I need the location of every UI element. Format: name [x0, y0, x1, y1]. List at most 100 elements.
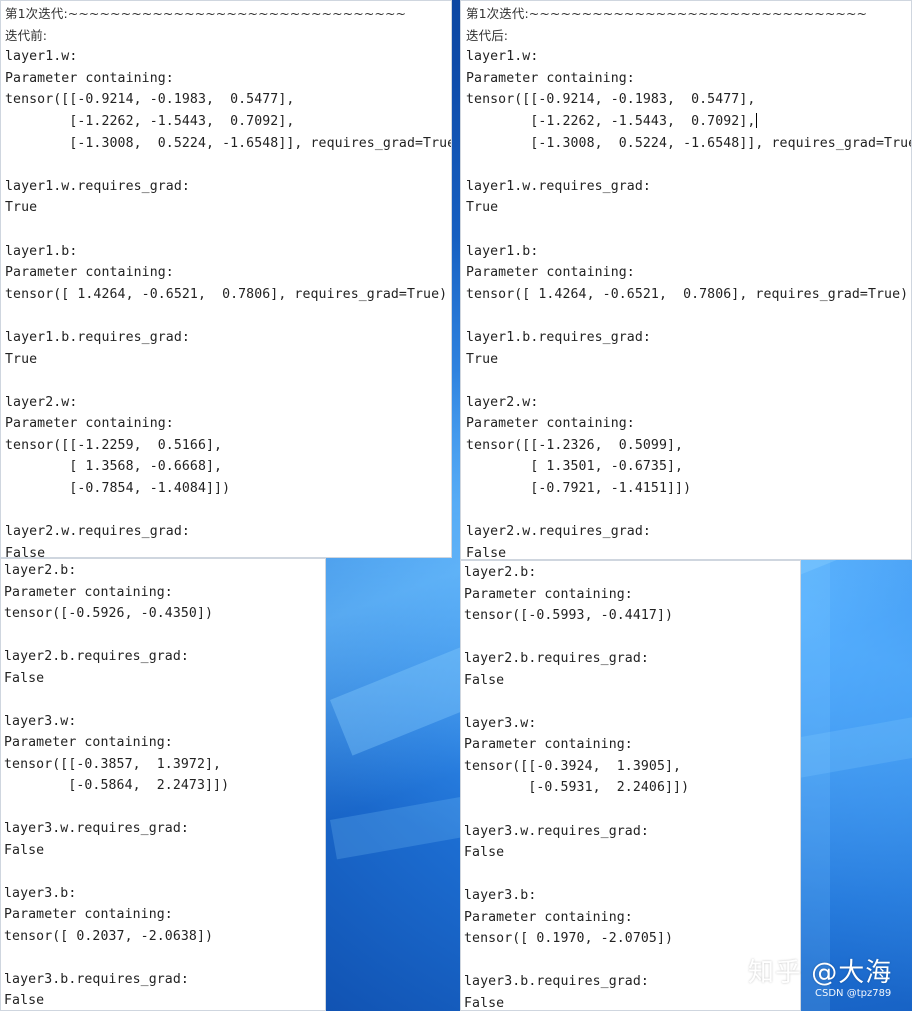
output-line: [-0.7921, -1.4151]]) — [466, 481, 692, 497]
output-line: tensor([[-0.9214, -0.1983, 0.5477], — [466, 92, 756, 108]
output-line: tensor([-0.5993, -0.4417]) — [464, 608, 674, 624]
output-line: tensor([ 0.1970, -2.0705]) — [464, 931, 674, 947]
output-line: layer3.b: — [464, 888, 537, 904]
output-line: [-0.5931, 2.2406]]) — [464, 780, 690, 796]
output-line: False — [4, 993, 45, 1008]
output-line: layer2.w: — [5, 394, 78, 410]
output-line: Parameter containing: — [5, 265, 174, 281]
output-line: layer1.b.requires_grad: — [466, 329, 651, 345]
output-line: [-1.2262, -1.5443, 0.7092], — [466, 113, 758, 129]
output-line: layer3.b: — [4, 885, 77, 901]
output-line: layer2.b.requires_grad: — [4, 649, 189, 664]
output-line: Parameter containing: — [4, 735, 173, 750]
output-line: layer2.b: — [4, 563, 77, 578]
output-line: False — [464, 995, 505, 1011]
output-line: layer1.w.requires_grad: — [466, 178, 651, 194]
output-line: layer3.w: — [464, 715, 537, 731]
output-line: Parameter containing: — [466, 265, 635, 281]
output-line: [ 1.3568, -0.6668], — [5, 459, 223, 475]
output-line: layer3.b.requires_grad: — [464, 974, 649, 990]
output-line: tensor([[-0.3924, 1.3905], — [464, 758, 682, 774]
output-line: Parameter containing: — [5, 416, 174, 432]
output-line: layer1.w: — [466, 49, 539, 65]
output-line: [-0.5864, 2.2473]]) — [4, 778, 230, 793]
output-line: [-1.3008, 0.5224, -1.6548]], requires_gr… — [5, 135, 452, 151]
output-line: False — [466, 545, 507, 560]
output-line: tensor([[-1.2326, 0.5099], — [466, 437, 684, 453]
output-line: Parameter containing: — [464, 909, 633, 925]
output-line: tensor([[-0.3857, 1.3972], — [4, 756, 222, 772]
output-line: layer3.w.requires_grad: — [464, 823, 649, 839]
output-lines: 第1次迭代:~~~~~~~~~~~~~~~~~~~~~~~~~~~~~~~~ 迭代… — [461, 1, 912, 560]
output-line: True — [466, 351, 499, 367]
output-line: [ 1.3501, -0.6735], — [466, 459, 684, 475]
console-output-after-top: 第1次迭代:~~~~~~~~~~~~~~~~~~~~~~~~~~~~~~~~ 迭代… — [460, 0, 912, 560]
zhihu-watermark: 知乎 @大海 — [748, 952, 892, 989]
output-line: tensor([ 1.4264, -0.6521, 0.7806], requi… — [466, 286, 909, 302]
csdn-watermark: CSDN @tpz789 — [815, 988, 892, 999]
output-line: False — [464, 672, 505, 688]
output-line: False — [464, 845, 505, 861]
output-line: 第1次迭代:~~~~~~~~~~~~~~~~~~~~~~~~~~~~~~~~ — [466, 6, 868, 21]
output-line: Parameter containing: — [4, 584, 173, 600]
output-line: tensor([[-0.9214, -0.1983, 0.5477], — [5, 92, 295, 108]
output-line: True — [466, 200, 499, 216]
output-line: tensor([ 1.4264, -0.6521, 0.7806], requi… — [5, 286, 448, 302]
output-line: layer1.w.requires_grad: — [5, 178, 190, 194]
output-line: layer2.b.requires_grad: — [464, 651, 649, 667]
watermark-main-text: 知乎 @大海 — [748, 958, 893, 988]
output-line: Parameter containing: — [466, 70, 635, 86]
output-line: 第1次迭代:~~~~~~~~~~~~~~~~~~~~~~~~~~~~~~~~ — [5, 6, 407, 21]
output-line: [-0.7854, -1.4084]]) — [5, 481, 231, 497]
output-line: 迭代前: — [5, 27, 48, 43]
output-line: layer2.w: — [466, 394, 539, 410]
output-line: False — [4, 842, 45, 858]
output-line: Parameter containing: — [4, 907, 173, 922]
output-line: Parameter containing: — [466, 416, 635, 432]
output-line: layer3.w.requires_grad: — [4, 821, 189, 836]
output-line: True — [5, 200, 38, 216]
output-line: layer1.b.requires_grad: — [5, 329, 190, 345]
output-line: Parameter containing: — [464, 586, 633, 602]
output-line: layer3.b.requires_grad: — [4, 971, 189, 987]
output-line: 迭代后: — [466, 27, 509, 43]
output-line: tensor([ 0.2037, -2.0638]) — [4, 928, 214, 944]
output-line: [-1.3008, 0.5224, -1.6548]], requires_gr… — [466, 135, 912, 151]
output-line: layer2.w.requires_grad: — [466, 524, 651, 540]
output-line: [-1.2262, -1.5443, 0.7092], — [5, 113, 295, 129]
output-line: True — [5, 351, 38, 367]
console-output-after-bottom: layer2.b: Parameter containing: tensor([-0… — [460, 560, 801, 1011]
output-line: Parameter containing: — [5, 70, 174, 86]
text-caret — [756, 113, 758, 129]
output-lines: layer2.b: Parameter containing: tensor([-0… — [461, 561, 800, 1011]
output-line: layer2.w.requires_grad: — [5, 524, 190, 540]
output-lines: 第1次迭代:~~~~~~~~~~~~~~~~~~~~~~~~~~~~~~~~ 迭代… — [1, 1, 452, 558]
output-lines: layer2.b: Parameter containing: tensor([-0… — [1, 559, 325, 1010]
output-line: Parameter containing: — [464, 737, 633, 753]
output-line: tensor([[-1.2259, 0.5166], — [5, 437, 223, 453]
output-line: False — [5, 545, 46, 558]
output-line: layer1.b: — [5, 243, 78, 259]
output-line: layer1.w: — [5, 49, 78, 65]
console-output-before-top: 第1次迭代:~~~~~~~~~~~~~~~~~~~~~~~~~~~~~~~~ 迭代… — [0, 0, 452, 558]
console-output-before-bottom: layer2.b: Parameter containing: tensor([-0… — [0, 558, 326, 1011]
